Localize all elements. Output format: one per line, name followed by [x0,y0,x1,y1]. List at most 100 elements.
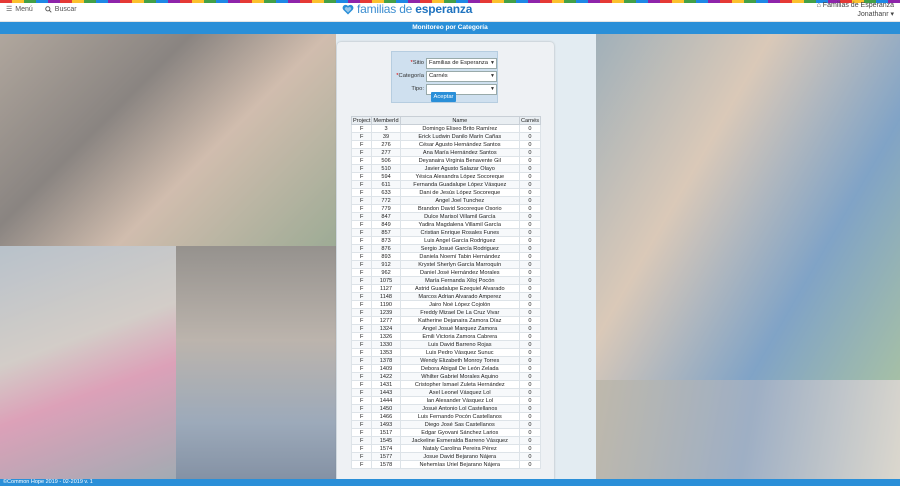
table-cell: 1353 [371,348,401,357]
search-icon [45,5,52,13]
table-row: F 506 Deyanaira Virginia Benavente Gil 0 [350,156,542,165]
table-cell: F [350,428,373,437]
table-cell: F [350,364,373,373]
table-cell: F [350,284,373,293]
chevron-down-icon: ▼ [490,59,495,66]
column-header[interactable]: Project [350,116,373,125]
table-cell: 849 [371,220,401,229]
table-cell: F [350,388,373,397]
table-row: F 1409 Debora Abigail De León Zelada 0 [350,364,542,373]
table-cell: F [350,412,373,421]
table-cell: 0 [518,316,542,325]
table-cell: F [350,300,373,309]
categoria-select[interactable]: Carnés ▼ [426,70,497,82]
table-cell: 0 [518,244,542,253]
table-cell: F [350,332,373,341]
table-cell: Ana María Hernández Santos [399,148,520,157]
table-cell: 0 [518,452,542,461]
table-cell: Luis David Barreno Rojas [399,340,520,349]
table-cell: 1409 [371,364,401,373]
table-cell: 873 [371,236,401,245]
table-cell: Katherine Dejanaira Zamora Díaz [399,316,520,325]
table-cell: Krystel Sherlyn García Marroquín [399,260,520,269]
table-cell: Wendy Elizabeth Monroy Torres [399,356,520,365]
table-cell: 0 [518,148,542,157]
table-cell: Jackeline Esmeralda Barreno Vásquez [399,436,520,445]
table-cell: 1444 [371,396,401,405]
nav-left: ☰ Menú Buscar [6,5,77,14]
table-row: F 1075 María Fernanda Xiloj Pocón 0 [350,276,542,285]
table-cell: Freddy Mizael De La Cruz Vivar [399,308,520,317]
table-cell: F [350,252,373,261]
menu-button[interactable]: ☰ Menú [6,5,33,14]
table-cell: 633 [371,188,401,197]
table-row: F 1577 Josue David Bejarano Nájera 0 [350,452,542,461]
table-cell: Luis Angel García Rodriguez [399,236,520,245]
table-cell: F [350,404,373,413]
table-row: F 849 Yadira Magdalena Villamil García 0 [350,220,542,229]
table-cell: F [350,380,373,389]
table-row: F 1466 Luis Fernando Pocón Castellanos 0 [350,412,542,421]
table-cell: F [350,460,373,469]
table-cell: Angel Josué Marquez Zamora [399,324,520,333]
table-cell: F [350,452,373,461]
table-cell: 0 [518,180,542,189]
table-row: F 1127 Astrid Guadalupe Ezequiel Alvarado 0 [350,284,542,293]
user-menu[interactable]: Jonathanr ▾ [817,10,894,19]
table-row: F 1330 Luis David Barreno Rojas 0 [350,340,542,349]
graduate-photo [0,34,336,246]
table-cell: 0 [518,284,542,293]
table-row: F 1574 Nataly Carolina Pereira Pérez 0 [350,444,542,453]
logo-text: familias de esperanza [357,2,473,16]
table-cell: 0 [518,348,542,357]
table-cell: Nataly Carolina Pereira Pérez [399,444,520,453]
table-cell: F [350,348,373,357]
table-cell: 0 [518,132,542,141]
logo[interactable]: familias de esperanza [342,2,472,16]
table-cell: Whilter Gabriel Morales Aquino [399,372,520,381]
column-header[interactable]: Carnés [518,116,542,125]
table-cell: 0 [518,124,542,133]
table-row: F 1431 Cristopher Ismael Zuleta Hernández 0 [350,380,542,389]
table-cell: 912 [371,260,401,269]
table-cell: 1466 [371,412,401,421]
table-cell: 0 [518,372,542,381]
table-cell: F [350,132,373,141]
table-cell: 0 [518,140,542,149]
table-row: F 277 Ana María Hernández Santos 0 [350,148,542,157]
search-button[interactable]: Buscar [45,5,77,13]
accept-button[interactable]: Aceptar [431,92,456,102]
table-cell: F [350,308,373,317]
sitio-label: *Sitio [410,60,424,66]
table-row: F 1378 Wendy Elizabeth Monroy Torres 0 [350,356,542,365]
chevron-down-icon: ▼ [490,85,495,92]
column-header[interactable]: MemberId [371,116,401,125]
table-cell: Dani de Jesús López Socoreque [399,188,520,197]
table-cell: F [350,172,373,181]
org-link[interactable]: ⌂ Familias de Esperanza [817,1,894,10]
content-card: *Sitio Familias de Esperanza ▼ *Categoría… [337,42,554,482]
table-row: F 912 Krystel Sherlyn García Marroquín 0 [350,260,542,269]
table-cell: Deyanaira Virginia Benavente Gil [399,156,520,165]
nav-right: ⌂ Familias de Esperanza Jonathanr ▾ [817,1,894,19]
menu-label: Menú [15,5,33,13]
column-header[interactable]: Name [399,116,520,125]
table-cell: 0 [518,220,542,229]
sitio-select[interactable]: Familias de Esperanza ▼ [426,57,497,69]
sitio-row: *Sitio Familias de Esperanza ▼ [392,57,499,69]
table-cell: Daniel José Hernández Morales [399,268,520,277]
table-cell: Daniela Noemí Tabin Hernández [399,252,520,261]
classroom-photo [596,380,900,482]
table-cell: Axel Leonel Vásquez Lol [399,388,520,397]
top-navbar: ☰ Menú Buscar familias de esperanza ⌂ Fa… [0,0,900,22]
table-cell: 0 [518,268,542,277]
table-cell: Astrid Guadalupe Ezequiel Alvarado [399,284,520,293]
table-row: F 39 Erick Ludwin Danilo Marín Cañas 0 [350,132,542,141]
table-cell: F [350,196,373,205]
girl-with-book-photo [0,246,176,482]
table-cell: 876 [371,244,401,253]
table-cell: Nehemías Uriel Bejarano Nájera [399,460,520,469]
table-cell: 1574 [371,444,401,453]
table-cell: 1577 [371,452,401,461]
table-cell: F [350,244,373,253]
